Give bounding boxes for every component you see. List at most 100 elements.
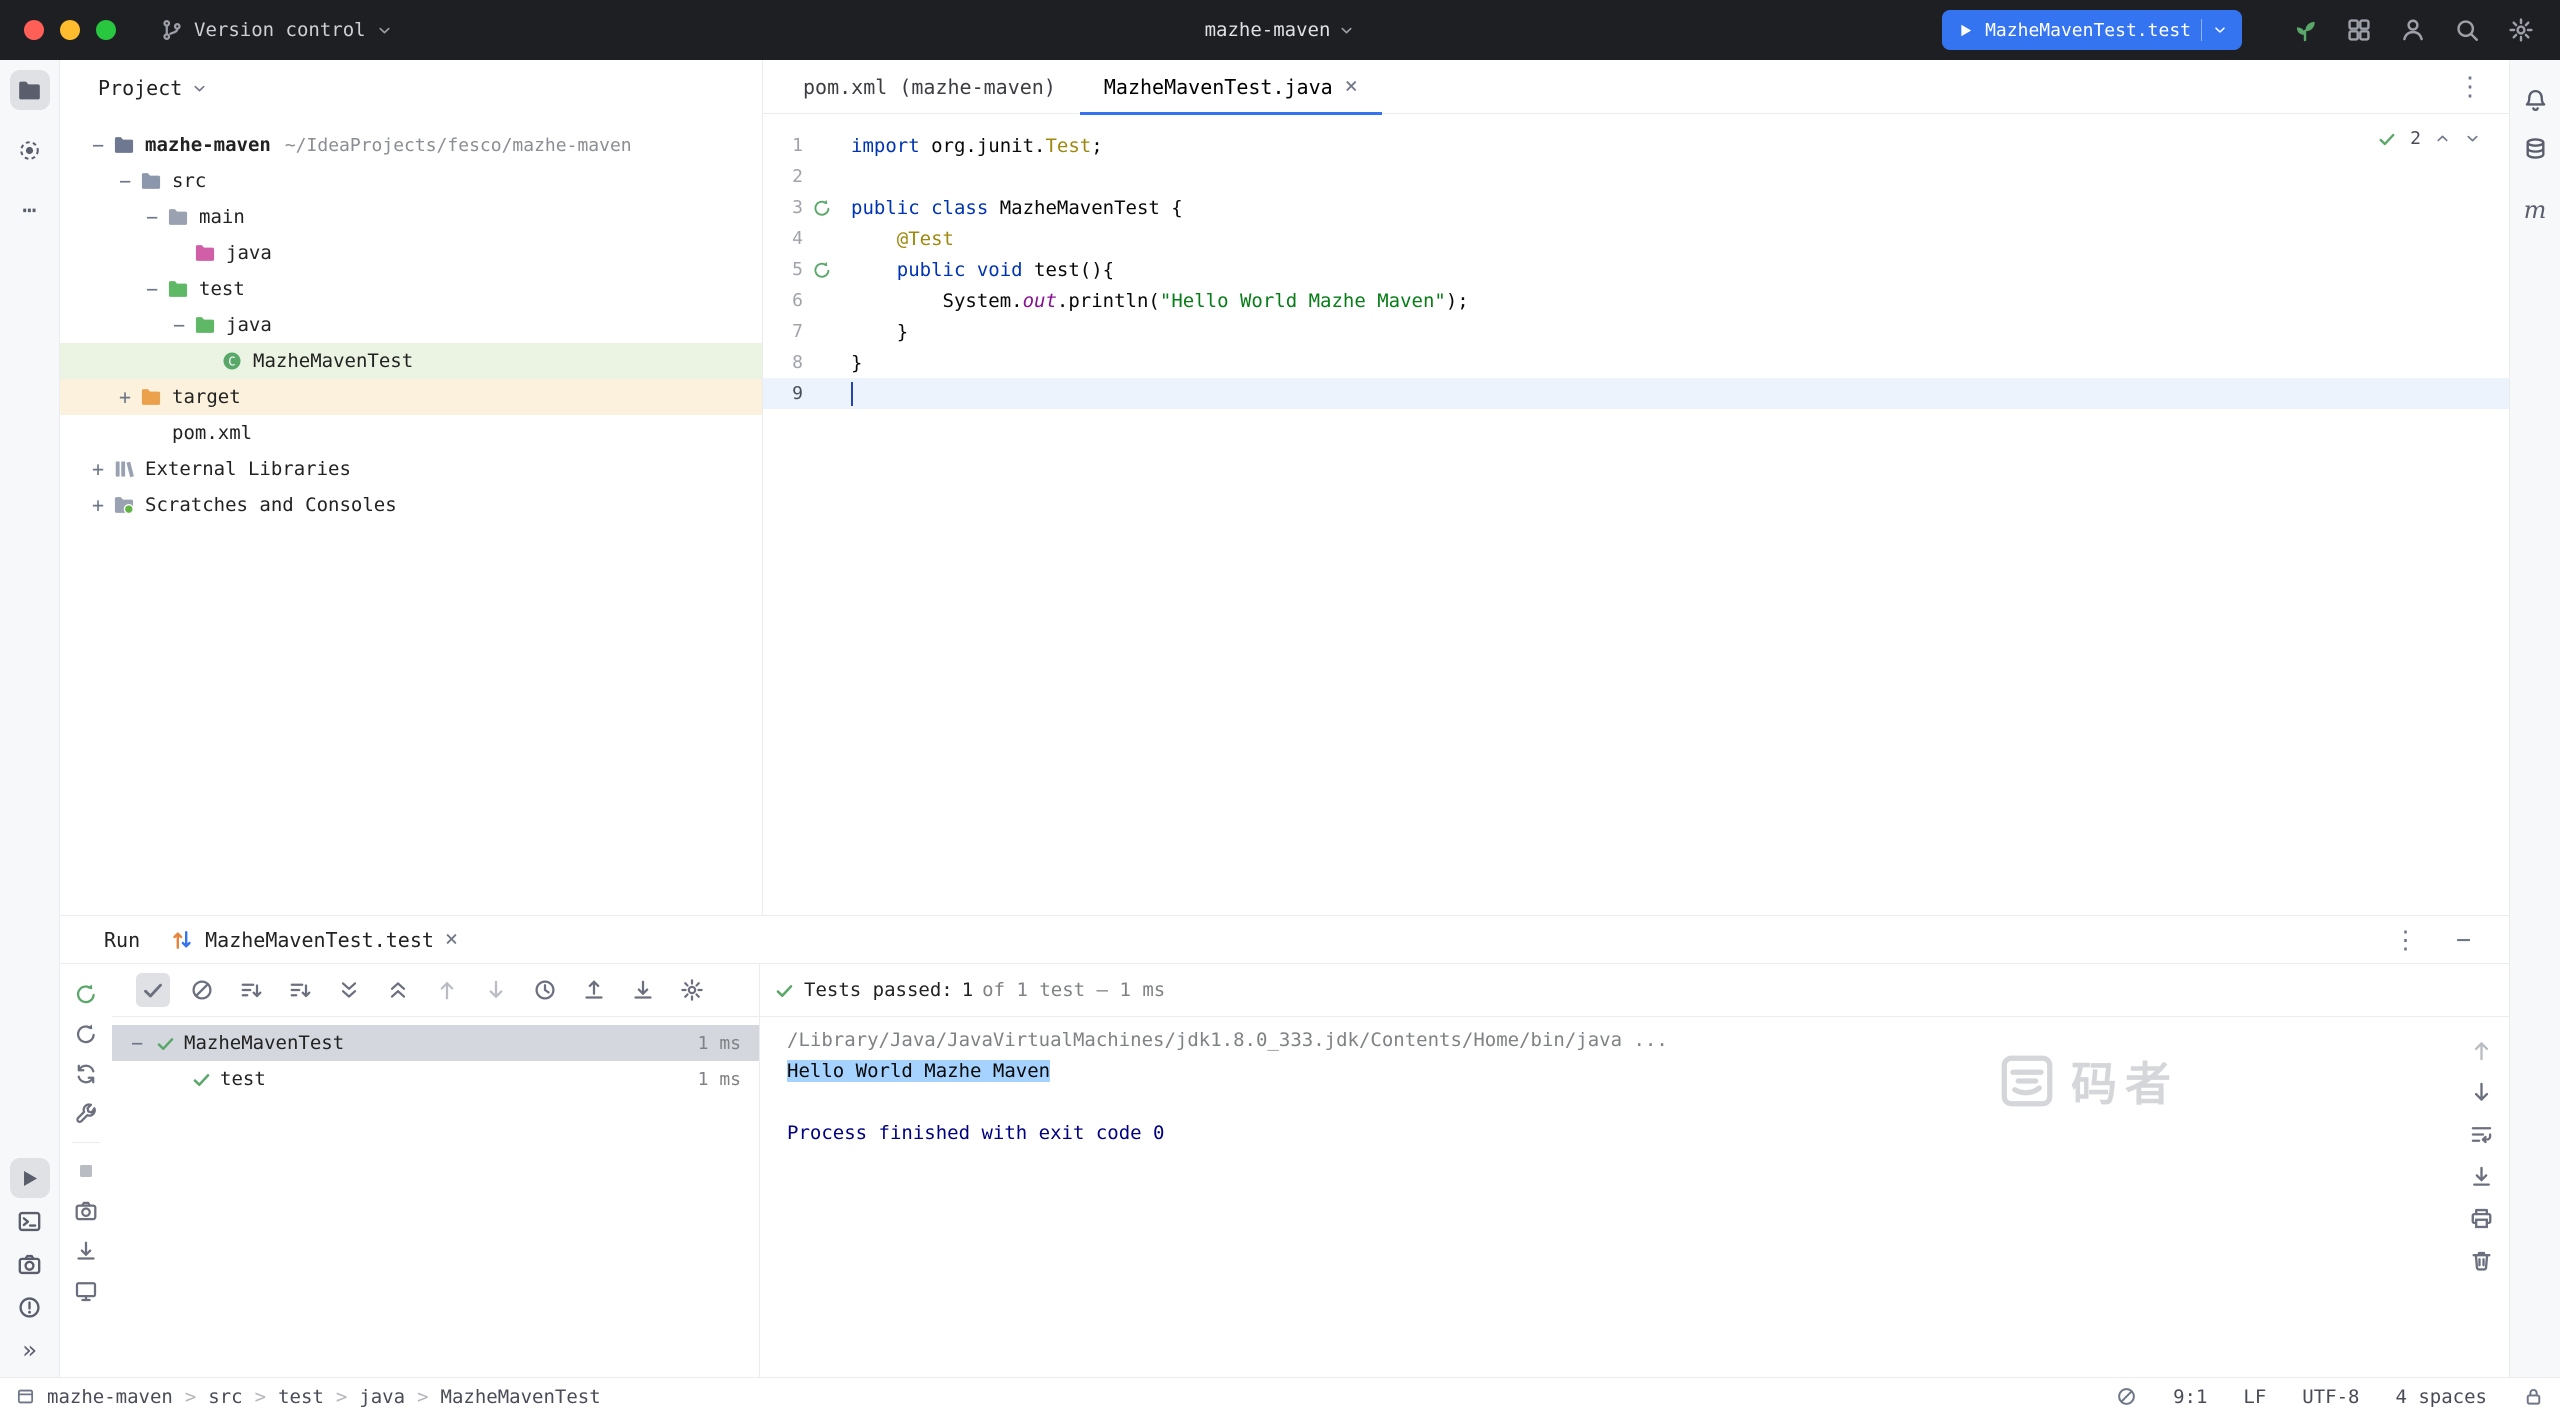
project-tree-item-mazhemaventest[interactable]: CMazheMavenTest bbox=[60, 343, 762, 379]
code-line-5[interactable]: 5 public void test(){ bbox=[763, 254, 2509, 285]
toggle-auto-test-button[interactable] bbox=[68, 1056, 104, 1092]
commit-tool-button[interactable] bbox=[10, 130, 50, 170]
import-test-results-button[interactable] bbox=[577, 973, 611, 1007]
project-tree-item-target[interactable]: +target bbox=[60, 379, 762, 415]
project-tree-item-pom-xml[interactable]: pom.xml bbox=[60, 415, 762, 451]
project-tool-button[interactable] bbox=[10, 70, 50, 110]
settings-button[interactable] bbox=[2508, 17, 2534, 43]
code-line-2[interactable]: 2 bbox=[763, 161, 2509, 192]
attach-to-process-button[interactable] bbox=[68, 1233, 104, 1269]
stop-button[interactable] bbox=[68, 1153, 104, 1189]
breadcrumb-item-test[interactable]: test bbox=[278, 1386, 324, 1408]
tree-expander[interactable]: − bbox=[139, 205, 165, 229]
scroll-up-button[interactable] bbox=[2467, 1036, 2495, 1064]
close-icon[interactable]: × bbox=[445, 927, 458, 952]
problems-tool-button[interactable] bbox=[10, 1287, 50, 1327]
rerun-failed-tests-button[interactable] bbox=[68, 1016, 104, 1052]
project-tree-item-main[interactable]: −main bbox=[60, 199, 762, 235]
code-line-1[interactable]: 1import org.junit.Test; bbox=[763, 130, 2509, 161]
zoom-window-button[interactable] bbox=[96, 20, 116, 40]
test-history-button[interactable] bbox=[528, 973, 562, 1007]
breadcrumb-item-mazhemaventest[interactable]: MazheMavenTest bbox=[441, 1386, 601, 1408]
project-tree-item-external-libraries[interactable]: +External Libraries bbox=[60, 451, 762, 487]
soft-wrap-button[interactable] bbox=[2467, 1120, 2495, 1148]
project-tree-item-mazhe-maven[interactable]: −mazhe-maven~/IdeaProjects/fesco/mazhe-m… bbox=[60, 127, 762, 163]
line-separator[interactable]: LF bbox=[2243, 1386, 2266, 1408]
tree-expander[interactable]: + bbox=[112, 385, 138, 409]
tool-windows-button[interactable] bbox=[2346, 17, 2372, 43]
minimize-window-button[interactable] bbox=[60, 20, 80, 40]
run-options-icon[interactable]: ⋮ bbox=[2393, 925, 2418, 954]
tree-expander[interactable]: − bbox=[139, 277, 165, 301]
terminal-tool-button[interactable] bbox=[10, 1201, 50, 1241]
project-tree-item-test[interactable]: −test bbox=[60, 271, 762, 307]
code-line-4[interactable]: 4 @Test bbox=[763, 223, 2509, 254]
run-test-gutter-icon[interactable] bbox=[807, 196, 837, 220]
show-console-button[interactable] bbox=[68, 1273, 104, 1309]
scroll-down-button[interactable] bbox=[2467, 1078, 2495, 1106]
project-panel-header[interactable]: Project bbox=[60, 60, 762, 116]
code-line-6[interactable]: 6 System.out.println("Hello World Mazhe … bbox=[763, 285, 2509, 316]
console-output[interactable]: /Library/Java/JavaVirtualMachines/jdk1.8… bbox=[760, 1017, 2509, 1149]
test-options-button[interactable] bbox=[675, 973, 709, 1007]
ai-assistant-button[interactable] bbox=[2292, 17, 2318, 43]
test-runner-settings-button[interactable] bbox=[68, 1096, 104, 1132]
hidden-stripe-buttons[interactable]: » bbox=[10, 1330, 50, 1370]
show-passed-button[interactable] bbox=[136, 973, 170, 1007]
scroll-to-end-button[interactable] bbox=[2467, 1162, 2495, 1190]
breadcrumb-item-src[interactable]: src bbox=[208, 1386, 242, 1408]
breadcrumb-item-java[interactable]: java bbox=[359, 1386, 405, 1408]
breadcrumb-item-mazhe-maven[interactable]: mazhe-maven bbox=[47, 1386, 173, 1408]
editor-tab-mazhemaventest-java[interactable]: MazheMavenTest.java× bbox=[1080, 60, 1382, 114]
project-tree-item-java[interactable]: −java bbox=[60, 307, 762, 343]
project-tree-item-scratches-and-consoles[interactable]: +Scratches and Consoles bbox=[60, 487, 762, 523]
collapse-all-button[interactable] bbox=[381, 973, 415, 1007]
expand-all-button[interactable] bbox=[332, 973, 366, 1007]
editor-options-icon[interactable]: ⋮ bbox=[2457, 72, 2483, 102]
hide-tool-window-icon[interactable]: − bbox=[2456, 925, 2471, 954]
code-editor[interactable]: 1import org.junit.Test;23public class Ma… bbox=[763, 114, 2509, 915]
run-tool-button[interactable] bbox=[10, 1158, 50, 1198]
inspections-widget[interactable]: 2 bbox=[2377, 128, 2481, 149]
indent-style[interactable]: 4 spaces bbox=[2395, 1386, 2487, 1408]
run-tab[interactable]: MazheMavenTest.test × bbox=[170, 927, 458, 952]
run-test-gutter-icon[interactable] bbox=[807, 258, 837, 282]
highlighting-level-icon[interactable] bbox=[2116, 1386, 2137, 1407]
dump-threads-button[interactable] bbox=[68, 1193, 104, 1229]
next-failed-test-button[interactable] bbox=[479, 973, 513, 1007]
previous-problem-icon[interactable] bbox=[2434, 130, 2451, 147]
editor-tab-pom-xml-mazhe-maven-[interactable]: pom.xml (mazhe-maven) bbox=[779, 60, 1080, 114]
tree-expander[interactable]: + bbox=[85, 457, 111, 481]
code-line-7[interactable]: 7 } bbox=[763, 316, 2509, 347]
project-tree-item-src[interactable]: −src bbox=[60, 163, 762, 199]
test-tree-item-mazhemaventest[interactable]: −MazheMavenTest1 ms bbox=[112, 1025, 759, 1061]
capture-tool-button[interactable] bbox=[10, 1244, 50, 1284]
lock-icon[interactable] bbox=[2523, 1386, 2544, 1407]
print-button[interactable] bbox=[2467, 1204, 2495, 1232]
rerun-tests-button[interactable] bbox=[68, 976, 104, 1012]
code-with-me-button[interactable] bbox=[2400, 17, 2426, 43]
run-configuration-widget[interactable]: MazheMavenTest.test bbox=[1942, 10, 2242, 50]
sort-alphabetically-button[interactable] bbox=[283, 973, 317, 1007]
next-problem-icon[interactable] bbox=[2464, 130, 2481, 147]
sort-by-duration-button[interactable] bbox=[234, 973, 268, 1007]
more-tool-windows-button[interactable]: ⋯ bbox=[10, 190, 50, 230]
notifications-button[interactable] bbox=[2515, 80, 2555, 120]
tree-expander[interactable]: + bbox=[85, 493, 111, 517]
code-line-3[interactable]: 3public class MazheMavenTest { bbox=[763, 192, 2509, 223]
file-encoding[interactable]: UTF-8 bbox=[2302, 1386, 2359, 1408]
database-tool-button[interactable] bbox=[2515, 128, 2555, 168]
code-line-8[interactable]: 8} bbox=[763, 347, 2509, 378]
caret-position[interactable]: 9:1 bbox=[2173, 1386, 2207, 1408]
previous-failed-test-button[interactable] bbox=[430, 973, 464, 1007]
project-tree-item-java[interactable]: java bbox=[60, 235, 762, 271]
close-icon[interactable]: × bbox=[1345, 76, 1358, 98]
chevron-down-icon[interactable] bbox=[191, 80, 208, 97]
code-line-9[interactable]: 9 bbox=[763, 378, 2509, 409]
chevron-down-icon[interactable] bbox=[2212, 22, 2228, 38]
search-everywhere-button[interactable] bbox=[2454, 17, 2480, 43]
export-test-results-button[interactable] bbox=[626, 973, 660, 1007]
test-tree-item-test[interactable]: test1 ms bbox=[112, 1061, 759, 1097]
tree-expander[interactable]: − bbox=[112, 169, 138, 193]
close-window-button[interactable] bbox=[24, 20, 44, 40]
